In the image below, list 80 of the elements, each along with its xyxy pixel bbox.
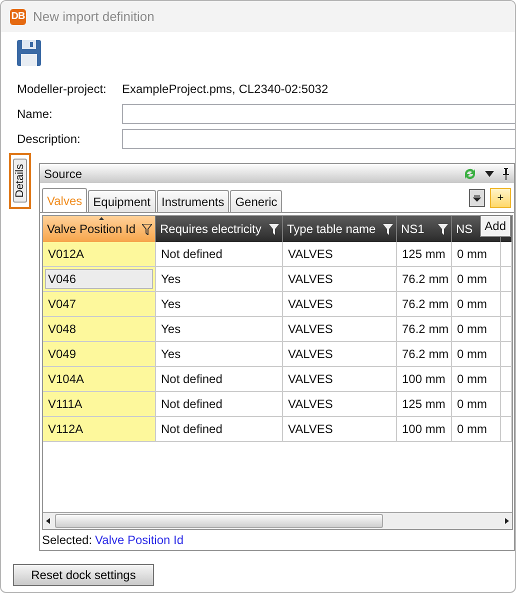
app-logo: DB — [10, 8, 26, 24]
table-cell: VALVES — [283, 417, 397, 442]
filter-icon[interactable] — [142, 224, 152, 234]
table-cell: 0 mm — [452, 267, 501, 292]
table-cell: 0 mm — [452, 342, 501, 367]
table-cell: VALVES — [283, 392, 397, 417]
column-header[interactable]: NS1 — [397, 216, 452, 242]
window-title: New import definition — [33, 9, 154, 24]
table-cell: VALVES — [283, 367, 397, 392]
table-cell: 76.2 mm — [397, 317, 452, 342]
panel-title: Source — [44, 166, 84, 180]
table-cell: 0 mm — [452, 317, 501, 342]
column-header[interactable]: Requires electricity — [156, 216, 283, 242]
dropdown-icon[interactable] — [485, 170, 494, 176]
sort-icon — [99, 217, 104, 220]
table-cell: V112A — [43, 417, 156, 442]
table-cell: 0 mm — [452, 292, 501, 317]
table-cell: Yes — [156, 267, 283, 292]
table-cell: Not defined — [156, 417, 283, 442]
table-cell: VALVES — [283, 242, 397, 267]
filter-icon[interactable] — [269, 224, 279, 234]
table-cell: 125 mm — [397, 392, 452, 417]
table-cell: Yes — [156, 317, 283, 342]
table-cell: VALVES — [283, 317, 397, 342]
horizontal-scrollbar[interactable] — [43, 512, 512, 529]
refresh-icon[interactable] — [463, 166, 477, 180]
table-cell: V111A — [43, 392, 156, 417]
tab[interactable]: Generic — [230, 190, 282, 212]
table-cell: V047 — [43, 292, 156, 317]
save-icon[interactable] — [17, 40, 41, 66]
table-cell: V104A — [43, 367, 156, 392]
table-cell: Yes — [156, 342, 283, 367]
table-cell: 0 mm — [452, 367, 501, 392]
table-cell: V012A — [43, 242, 156, 267]
table-cell: Not defined — [156, 242, 283, 267]
table-cell — [501, 317, 512, 342]
tab[interactable]: Instruments — [156, 190, 230, 212]
table-cell: VALVES — [283, 267, 397, 292]
column-header[interactable]: Type table name — [283, 216, 397, 242]
table-cell: 100 mm — [397, 367, 452, 392]
table-cell — [501, 367, 512, 392]
tooltip: Add — [480, 215, 511, 237]
table-cell: 0 mm — [452, 392, 501, 417]
field-label: Name: — [16, 106, 54, 120]
table-cell — [501, 342, 512, 367]
table-cell: 76.2 mm — [397, 342, 452, 367]
filter-icon[interactable] — [438, 224, 448, 234]
table-cell — [501, 392, 512, 417]
table-cell: VALVES — [283, 342, 397, 367]
details-tab[interactable]: Details — [9, 153, 31, 209]
field-label: Description: — [16, 132, 82, 146]
table-cell: Not defined — [156, 367, 283, 392]
table-cell: VALVES — [283, 292, 397, 317]
table-cell: V049 — [43, 342, 156, 367]
table-cell: V048 — [43, 317, 156, 342]
field-label: Modeller-project: — [16, 82, 108, 96]
table-cell — [501, 417, 512, 442]
table-cell: V046 — [43, 267, 156, 292]
filter-dropdown-icon[interactable] — [469, 189, 485, 207]
table-cell: 76.2 mm — [397, 292, 452, 317]
input-field[interactable] — [122, 128, 515, 148]
column-header[interactable]: Valve Position Id — [43, 216, 156, 242]
table-cell: 125 mm — [397, 242, 452, 267]
table-cell — [501, 267, 512, 292]
table-cell: 76.2 mm — [397, 267, 452, 292]
project-value: ExampleProject.pms, CL2340-02:5032 — [122, 82, 328, 96]
table-cell — [501, 242, 512, 267]
add-button[interactable]: + — [490, 188, 511, 208]
tab[interactable]: Equipment — [88, 190, 156, 212]
table-cell: Yes — [156, 292, 283, 317]
table-cell: 0 mm — [452, 417, 501, 442]
input-field[interactable] — [122, 104, 515, 124]
table-cell: Not defined — [156, 392, 283, 417]
table-cell: 0 mm — [452, 242, 501, 267]
table-cell: 100 mm — [397, 417, 452, 442]
reset-button[interactable]: Reset dock settings — [13, 564, 154, 586]
pin-icon[interactable] — [502, 168, 510, 180]
table-cell — [501, 292, 512, 317]
status-label: Selected: — [42, 533, 92, 547]
filter-icon[interactable] — [383, 224, 393, 234]
